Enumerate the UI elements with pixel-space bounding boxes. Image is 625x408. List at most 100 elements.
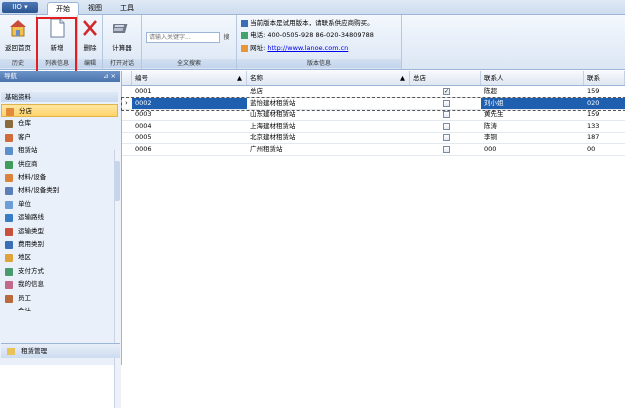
nav-item[interactable]: 费用类别 <box>1 238 118 251</box>
hq-checkbox-cell[interactable] <box>410 121 481 132</box>
nav-section-rental[interactable]: 租赁管理 <box>1 343 120 358</box>
cell-name[interactable]: 蓝怡建材租赁站 <box>247 98 410 109</box>
cell-name[interactable]: 山东建材租赁站 <box>247 109 410 120</box>
cell-contact[interactable]: 黄先生 <box>481 109 584 120</box>
nav-item-label: 材料/设备类别 <box>18 186 60 195</box>
cell-phone[interactable]: 00 <box>584 144 625 155</box>
home-button[interactable]: 返回首页 <box>2 18 34 52</box>
cell-code[interactable]: 0005 <box>132 132 247 143</box>
table-row[interactable]: 0006 广州租赁站 000 00 <box>122 144 625 156</box>
nav-item[interactable]: 材料/设备 <box>1 171 118 184</box>
cell-code[interactable]: 0001 <box>132 86 247 97</box>
checkbox[interactable] <box>443 134 450 141</box>
row-indicator-header <box>122 71 132 85</box>
nav-item[interactable]: 分店 <box>1 104 118 117</box>
table-row[interactable]: 0003 山东建材租赁站 黄先生 159 <box>122 109 625 121</box>
cell-code[interactable]: 0006 <box>132 144 247 155</box>
hq-checkbox-cell[interactable] <box>410 98 481 109</box>
home-button-label: 返回首页 <box>5 44 31 52</box>
hq-checkbox-cell[interactable]: ✓ <box>410 86 481 97</box>
nav-item-icon <box>5 133 13 142</box>
nav-item-label: 租赁站 <box>18 146 38 155</box>
website-line: 网址: http://www.lanoe.com.cn <box>241 42 348 52</box>
cell-contact[interactable]: 刘小姐 <box>481 97 584 109</box>
nav-item-partial[interactable]: 会计 <box>1 305 118 311</box>
nav-item[interactable]: 地区 <box>1 251 118 264</box>
phone-line: 电话: 400-0505-928 86-020-34809788 <box>241 29 374 39</box>
ribbon-panel: 返回首页 历史 新增 列表信息 删除 编辑 计算器 打开对话 请输入关键字...… <box>0 15 625 70</box>
nav-item[interactable]: 我的信息 <box>1 278 118 291</box>
nav-item-label: 分店 <box>19 107 32 115</box>
search-input[interactable] <box>146 32 220 43</box>
table-row[interactable]: 0004 上海建材租赁站 陈涛 133 <box>122 121 625 133</box>
checkbox[interactable] <box>443 99 450 107</box>
checkbox[interactable] <box>443 145 450 153</box>
website-link[interactable]: http://www.lanoe.com.cn <box>267 44 348 52</box>
cell-contact[interactable]: 陈涛 <box>481 121 584 132</box>
cell-contact[interactable]: 000 <box>481 144 584 155</box>
hq-checkbox-cell[interactable] <box>410 132 481 143</box>
nav-item-label: 运输路线 <box>18 213 44 222</box>
nav-item[interactable]: 仓库 <box>1 117 118 130</box>
delete-button[interactable]: 删除 <box>79 18 101 52</box>
phone-text: 电话: 400-0505-928 86-020-34809788 <box>250 31 374 39</box>
col-header-phone[interactable]: 联系 <box>584 71 625 85</box>
delete-x-icon <box>83 20 97 36</box>
nav-item[interactable]: 支付方式 <box>1 265 118 278</box>
search-button[interactable]: 搜 <box>221 32 232 43</box>
cell-code[interactable]: 0003 <box>132 109 247 120</box>
col-header-hq[interactable]: 总店 <box>410 71 481 85</box>
cell-phone[interactable]: 159 <box>584 86 625 97</box>
cell-phone[interactable]: 159 <box>584 109 625 120</box>
calculator-button[interactable]: 计算器 <box>106 18 138 52</box>
nav-item-label: 仓库 <box>18 119 31 128</box>
nav-item[interactable]: 运输路线 <box>1 211 118 224</box>
website-prefix: 网址: <box>250 44 266 52</box>
col-header-code[interactable]: 编号 ▲ <box>132 71 247 85</box>
nav-group-basic-data[interactable]: 基础资料 <box>1 92 118 102</box>
group-search-label: 全文搜索 <box>142 59 236 68</box>
hq-checkbox-cell[interactable] <box>410 144 481 155</box>
checkbox-checked[interactable]: ✓ <box>443 88 450 95</box>
tab-start[interactable]: 开始 <box>47 2 79 15</box>
application-menu-button[interactable]: IIO ▾ <box>2 2 38 13</box>
nav-item[interactable]: 材料/设备类别 <box>1 184 118 197</box>
nav-item[interactable]: 运输类型 <box>1 225 118 238</box>
table-row[interactable]: › 0002 蓝怡建材租赁站 刘小姐 020 <box>121 96 625 111</box>
nav-item[interactable]: 员工 <box>1 292 118 305</box>
col-header-contact[interactable]: 联系人 <box>481 71 584 85</box>
cell-phone[interactable]: 187 <box>584 132 625 143</box>
cell-contact[interactable]: 陈超 <box>481 86 584 97</box>
cell-contact[interactable]: 李铜 <box>481 132 584 143</box>
nav-section-rental-label: 租赁管理 <box>21 347 48 355</box>
nav-scroll-thumb[interactable] <box>114 161 120 201</box>
table-row[interactable]: 0001 总店 ✓ 陈超 159 <box>122 86 625 98</box>
nav-pin-close[interactable]: ⊿ × <box>103 71 116 82</box>
checkbox[interactable] <box>443 122 450 130</box>
cell-code[interactable]: 0004 <box>132 121 247 132</box>
nav-item-icon <box>5 281 13 290</box>
cell-name[interactable]: 总店 <box>247 86 410 97</box>
cell-phone[interactable]: 133 <box>584 121 625 132</box>
cell-name[interactable]: 广州租赁站 <box>247 144 410 155</box>
tab-view[interactable]: 视图 <box>82 2 108 14</box>
nav-item[interactable]: 租赁站 <box>1 144 118 157</box>
nav-item[interactable]: 供应商 <box>1 158 118 171</box>
cell-code[interactable]: 0002 <box>132 97 247 109</box>
nav-item-label: 我的信息 <box>18 280 44 289</box>
nav-item-icon <box>5 160 13 169</box>
tab-tools[interactable]: 工具 <box>114 2 140 14</box>
nav-item-icon <box>5 174 13 182</box>
checkbox[interactable] <box>443 111 450 118</box>
nav-item[interactable]: 单位 <box>1 198 118 211</box>
cell-name[interactable]: 北京建材租赁站 <box>247 132 410 143</box>
nav-item-label: 客户 <box>18 132 31 141</box>
table-row[interactable]: 0005 北京建材租赁站 李铜 187 <box>122 132 625 144</box>
calculator-button-label: 计算器 <box>112 44 132 52</box>
hq-checkbox-cell[interactable] <box>410 109 481 120</box>
col-header-name[interactable]: 名称 ▲ <box>247 71 410 85</box>
nav-item[interactable]: 客户 <box>1 131 118 144</box>
cell-name[interactable]: 上海建材租赁站 <box>247 121 410 132</box>
nav-item-icon <box>5 241 13 249</box>
cell-phone[interactable]: 020 <box>584 97 625 109</box>
